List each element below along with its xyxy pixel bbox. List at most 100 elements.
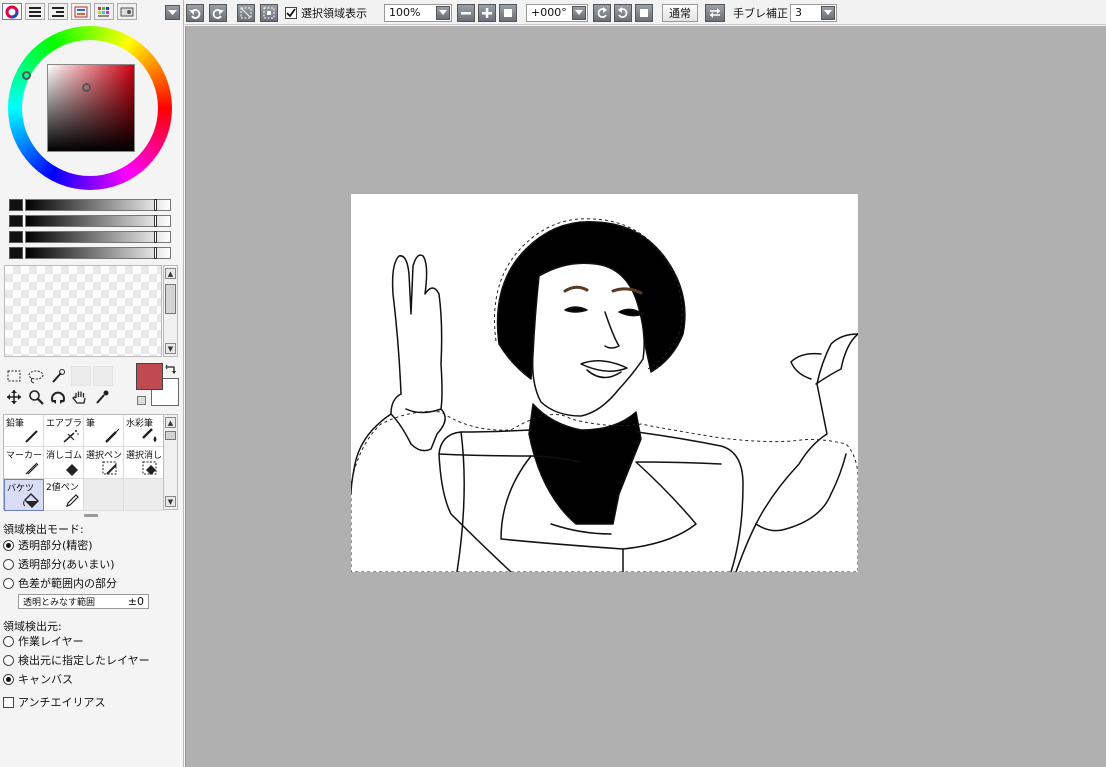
zoom-combo[interactable]: 100% [384, 3, 452, 22]
brush-pencil[interactable]: 鉛筆 [4, 415, 44, 447]
color-slider-4[interactable] [9, 246, 171, 259]
slider-thumb[interactable] [154, 198, 157, 211]
magic-wand-icon[interactable] [49, 367, 67, 385]
color-mode-tabs [2, 3, 137, 20]
color-set-tab[interactable] [71, 3, 91, 20]
brush-scrollbar[interactable]: ▲ ▼ [163, 414, 178, 510]
reset-square-icon [640, 8, 648, 17]
detect-mode-option-fuzzy[interactable]: 透明部分(あいまい) [3, 556, 115, 572]
slider-thumb[interactable] [154, 230, 157, 243]
zoom-in-button[interactable] [478, 3, 496, 22]
rotate-right-button[interactable] [614, 3, 632, 22]
swatch-tab[interactable] [94, 3, 114, 20]
radio-button[interactable] [3, 539, 14, 551]
saturation-value-square[interactable] [47, 64, 135, 152]
rect-select-icon[interactable] [5, 367, 23, 385]
slider-track[interactable] [25, 198, 171, 211]
move-icon[interactable] [5, 388, 23, 406]
color-wheel[interactable] [8, 26, 172, 190]
hsv-slider-tab[interactable] [48, 3, 68, 20]
brush-empty-slot [84, 479, 124, 511]
chevron-down-icon[interactable] [572, 5, 586, 20]
radio-button[interactable] [3, 673, 14, 685]
detect-source-option-source-layer[interactable]: 検出元に指定したレイヤー [3, 652, 150, 668]
color-slider-3[interactable] [9, 230, 171, 243]
panel-menu-button[interactable] [165, 4, 180, 21]
hand-icon[interactable] [71, 388, 89, 406]
lasso-icon[interactable] [27, 367, 45, 385]
scratch-pad[interactable] [4, 265, 162, 357]
slider-track[interactable] [25, 230, 171, 243]
invert-selection-button[interactable] [260, 3, 278, 22]
scratchpad-icon [120, 7, 134, 16]
canvas-workspace[interactable] [185, 26, 1106, 767]
zoom-icon[interactable] [27, 388, 45, 406]
scroll-thumb[interactable] [165, 284, 176, 314]
rotate-left-button[interactable] [593, 3, 611, 22]
panel-resize-grip[interactable] [84, 514, 98, 517]
eyedropper-icon[interactable] [93, 388, 111, 406]
scroll-down-icon[interactable]: ▼ [165, 496, 176, 507]
slider-swatch [9, 198, 23, 211]
brush-airbrush[interactable]: エアブラシ [44, 415, 84, 447]
color-wheel-tab[interactable] [2, 3, 22, 20]
zoom-reset-button[interactable] [499, 3, 517, 22]
sv-marker[interactable] [82, 83, 91, 92]
slider-track[interactable] [25, 214, 171, 227]
rotation-reset-button[interactable] [635, 3, 653, 22]
brush-label: 筆 [86, 419, 96, 429]
detect-mode-option-precise[interactable]: 透明部分(精密) [3, 537, 93, 553]
rotate-icon[interactable] [49, 388, 67, 406]
rgb-slider-tab[interactable] [25, 3, 45, 20]
brush-select-erase[interactable]: 選択消し [124, 447, 164, 479]
chevron-down-icon[interactable] [821, 5, 835, 20]
hue-marker[interactable] [22, 71, 31, 80]
selection-display-toggle[interactable]: 選択領域表示 [285, 4, 367, 21]
detect-mode-option-color-diff[interactable]: 色差が範囲内の部分 [3, 575, 117, 591]
flip-view-button[interactable] [705, 3, 725, 22]
radio-button[interactable] [3, 654, 14, 666]
color-slider-2[interactable] [9, 214, 171, 227]
foreground-color[interactable] [136, 363, 163, 390]
detect-source-option-work-layer[interactable]: 作業レイヤー [3, 633, 84, 649]
brush-binary-pen[interactable]: 2値ペン [44, 479, 84, 511]
radio-button[interactable] [3, 558, 14, 570]
scroll-down-icon[interactable]: ▼ [165, 343, 176, 354]
scratchpad-tab[interactable] [117, 3, 137, 20]
brush-marker[interactable]: マーカー [4, 447, 44, 479]
redo-button[interactable] [209, 3, 227, 22]
scroll-thumb[interactable] [165, 431, 176, 440]
drawing-canvas[interactable] [351, 194, 858, 572]
brush-brush[interactable]: 筆 [84, 415, 124, 447]
rotation-combo[interactable]: +000° [526, 3, 588, 22]
slider-thumb[interactable] [154, 246, 157, 259]
slider-track[interactable] [25, 246, 171, 259]
chevron-down-icon[interactable] [436, 5, 450, 20]
brush-eraser[interactable]: 消しゴム [44, 447, 84, 479]
deselect-icon [240, 7, 252, 18]
radio-button[interactable] [3, 635, 14, 647]
transparent-color-icon[interactable] [137, 396, 146, 405]
brush-select-pen[interactable]: 選択ペン [84, 447, 124, 479]
swap-colors-icon[interactable] [165, 364, 177, 376]
slider-thumb[interactable] [154, 214, 157, 227]
checkbox[interactable] [285, 6, 297, 19]
tolerance-field[interactable]: 透明とみなす範囲 ±0 [18, 594, 149, 609]
detect-source-option-canvas[interactable]: キャンバス [3, 671, 73, 687]
antialias-checkbox[interactable]: アンチエイリアス [3, 694, 106, 710]
color-slider-1[interactable] [9, 198, 171, 211]
scroll-up-icon[interactable]: ▲ [165, 417, 176, 428]
scratch-scrollbar[interactable]: ▲ ▼ [163, 265, 178, 357]
option-label: 色差が範囲内の部分 [18, 577, 117, 590]
deselect-button[interactable] [237, 3, 255, 22]
scroll-up-icon[interactable]: ▲ [165, 268, 176, 279]
brush-bucket[interactable]: バケツ [4, 479, 44, 511]
brush-watercolor[interactable]: 水彩筆 [124, 415, 164, 447]
blend-mode-button[interactable]: 通常 [662, 3, 698, 22]
undo-button[interactable] [186, 3, 204, 22]
select-erase-icon [142, 461, 157, 475]
stabilizer-combo[interactable]: 3 [790, 3, 837, 22]
radio-button[interactable] [3, 577, 14, 589]
zoom-out-button[interactable] [457, 3, 475, 22]
checkbox[interactable] [3, 696, 14, 708]
